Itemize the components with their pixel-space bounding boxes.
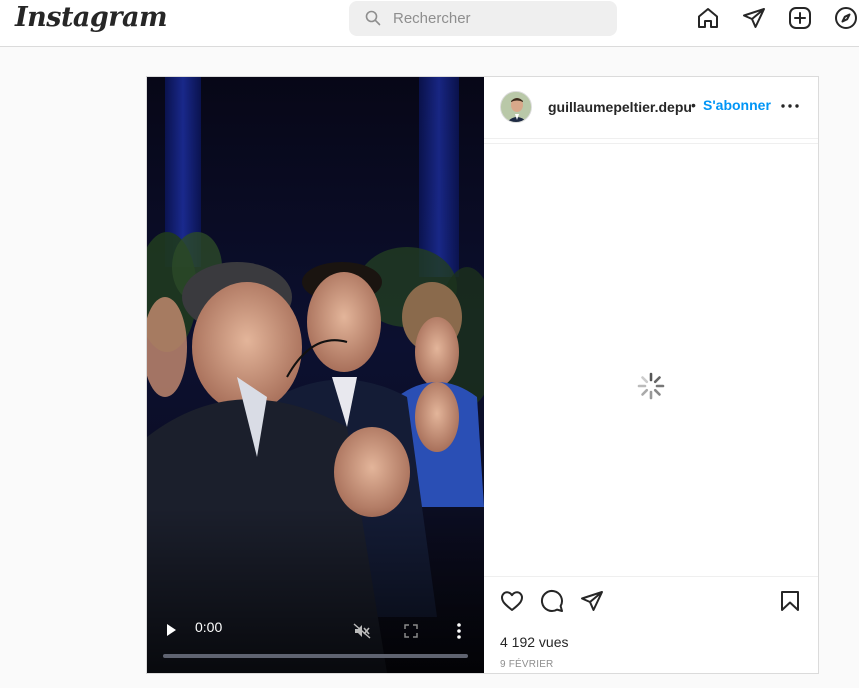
share-icon[interactable] <box>580 589 604 613</box>
post-card: 0:00 guillaumepeltier.depu • S'abonner 4… <box>146 76 819 674</box>
post-date[interactable]: 9 FÉVRIER <box>500 659 553 670</box>
mute-icon[interactable] <box>353 622 371 640</box>
new-post-icon[interactable] <box>788 6 812 30</box>
post-video[interactable]: 0:00 <box>147 77 484 673</box>
avatar[interactable] <box>500 91 532 123</box>
comments-area <box>484 143 818 577</box>
video-menu-icon[interactable] <box>455 622 463 640</box>
more-options-icon[interactable] <box>780 98 800 114</box>
instagram-logo[interactable]: Instagram <box>15 2 168 33</box>
search-icon <box>365 10 381 26</box>
top-navigation-bar: Instagram <box>0 0 859 47</box>
view-count[interactable]: 4 192 vues <box>500 634 569 650</box>
explore-icon[interactable] <box>834 6 858 30</box>
video-time: 0:00 <box>195 619 223 635</box>
save-bookmark-icon[interactable] <box>778 589 802 613</box>
post-side-panel: guillaumepeltier.depu • S'abonner 4 192 … <box>484 77 818 673</box>
comment-icon[interactable] <box>540 589 564 613</box>
play-icon[interactable] <box>165 623 177 637</box>
direct-message-icon[interactable] <box>742 6 766 30</box>
post-username[interactable]: guillaumepeltier.depu <box>548 99 692 115</box>
search-input[interactable] <box>393 1 603 36</box>
video-frame-image <box>147 77 484 673</box>
fullscreen-icon[interactable] <box>404 624 418 638</box>
video-progress-bar[interactable] <box>163 654 468 658</box>
search-box[interactable] <box>349 1 617 36</box>
separator-dot: • <box>691 97 696 113</box>
like-heart-icon[interactable] <box>500 589 524 613</box>
loading-spinner-icon <box>637 372 665 400</box>
follow-button[interactable]: S'abonner <box>703 97 771 113</box>
home-icon[interactable] <box>696 6 720 30</box>
post-header: guillaumepeltier.depu • S'abonner <box>484 77 818 139</box>
video-controls: 0:00 <box>147 609 484 673</box>
post-actions <box>484 589 818 619</box>
